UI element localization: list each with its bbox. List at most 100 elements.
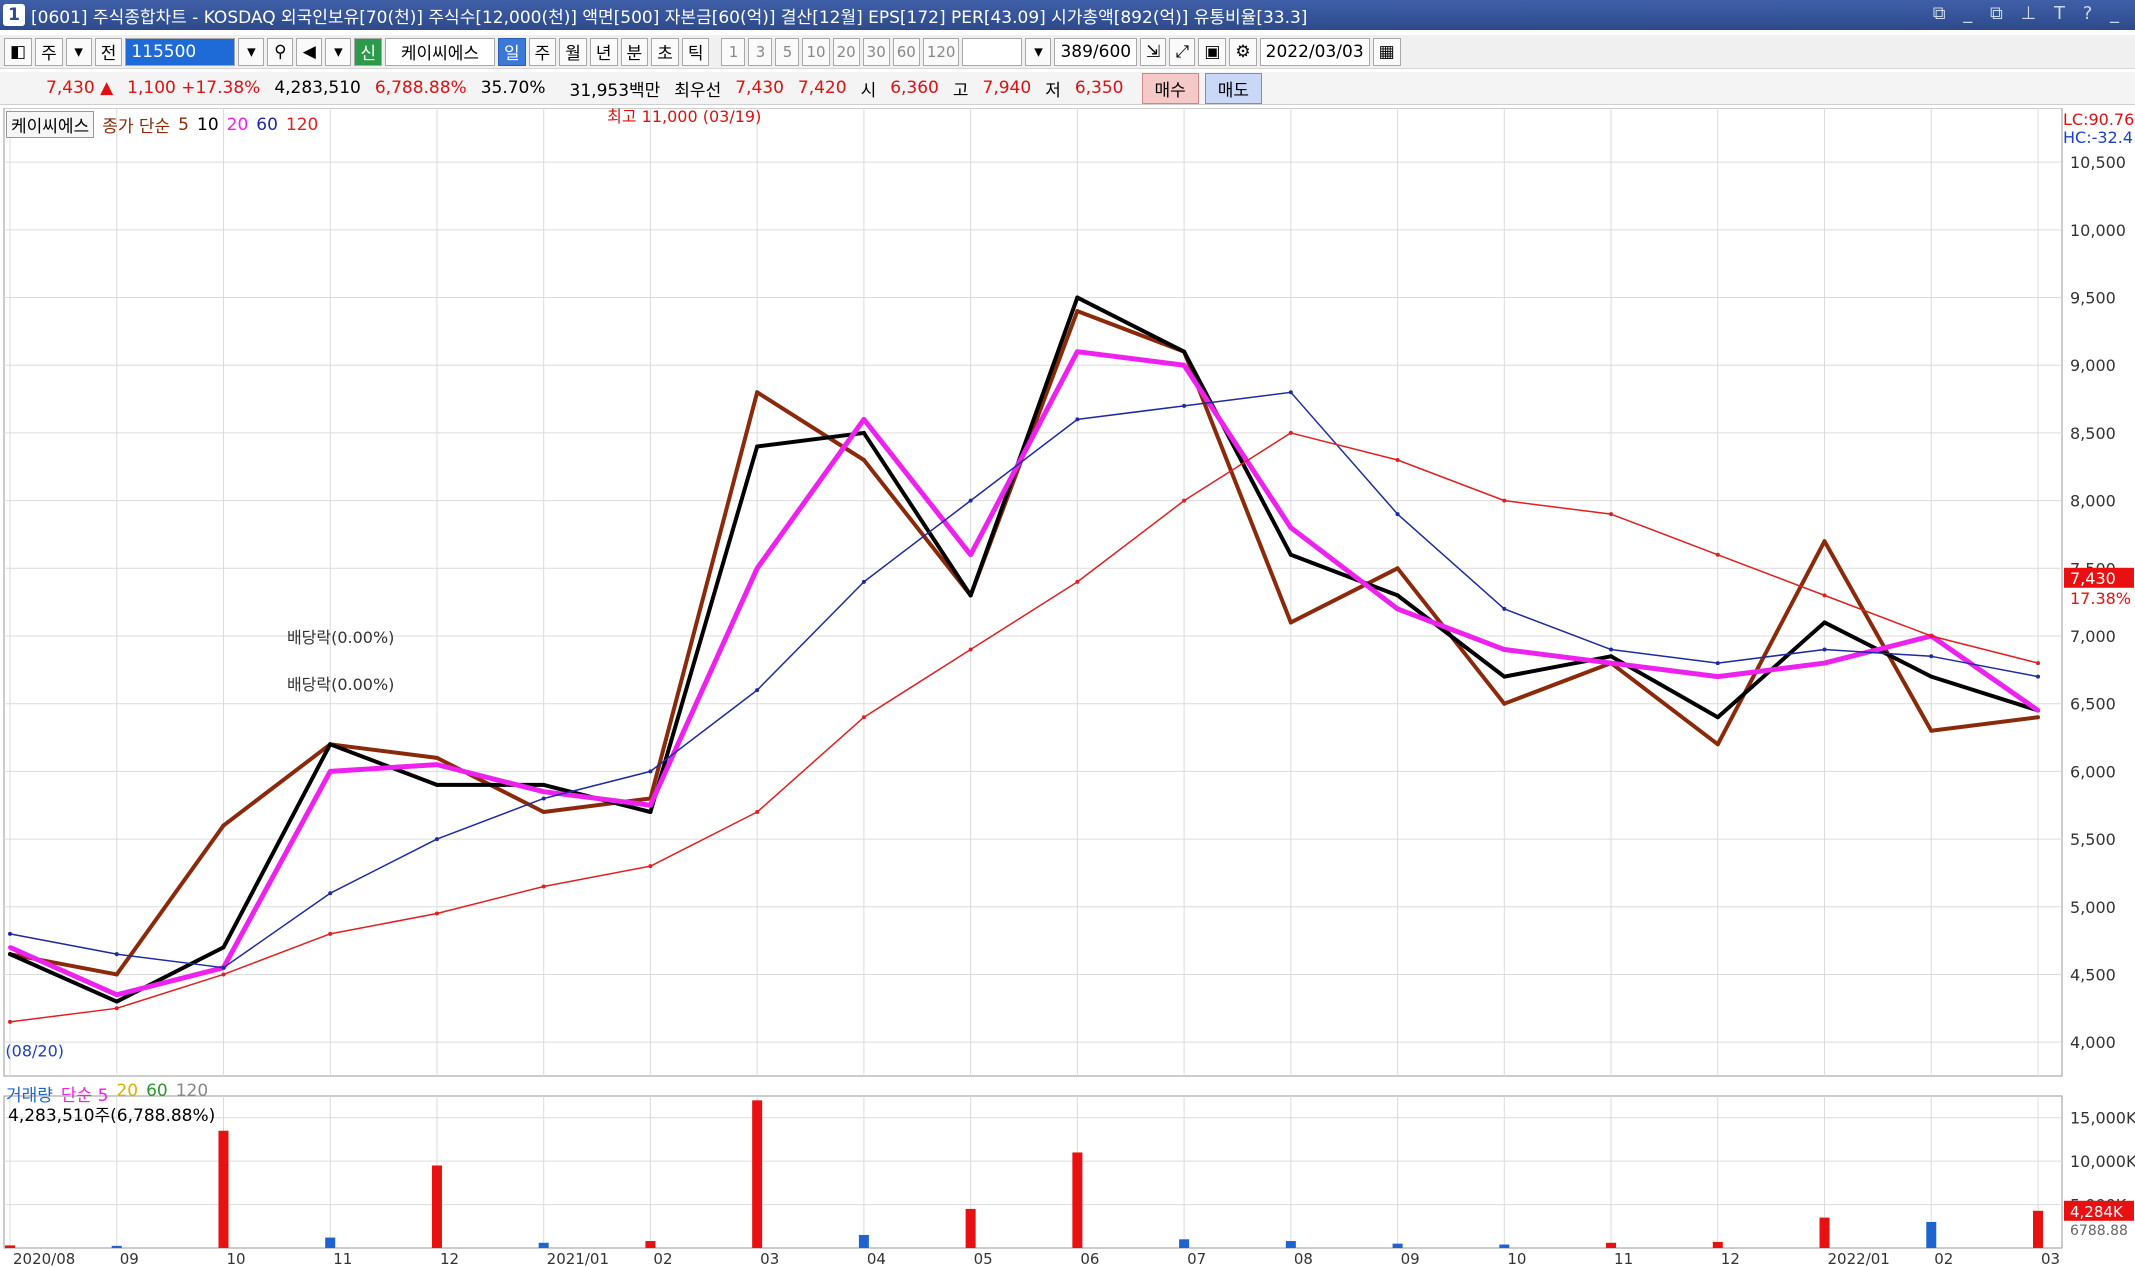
- x-tick-label: 06: [1080, 1250, 1099, 1267]
- lc-value: LC:90.76: [2063, 110, 2135, 129]
- interval-10[interactable]: 10: [802, 37, 830, 66]
- last-change-label: 17.38%: [2070, 589, 2131, 608]
- period-tick[interactable]: 틱: [681, 37, 710, 66]
- volume-bar: [1606, 1242, 1617, 1248]
- hc-value: HC:-32.4: [2063, 128, 2133, 147]
- layout-icon[interactable]: ◧: [4, 37, 33, 66]
- interval-3[interactable]: 3: [748, 37, 773, 66]
- x-tick-label: 07: [1187, 1250, 1206, 1267]
- last-price-label: 7,430: [2070, 569, 2116, 588]
- best-quote-label: 최우선: [674, 80, 722, 101]
- small-dropdown-icon[interactable]: ▾: [325, 37, 352, 66]
- toolbar: ◧ 주 ▾ 전 115500 ▾ ⚲ ◀ ▾ 신 케이씨에스 일 주 월 년 분…: [0, 35, 2135, 69]
- ma-point-120: [114, 1006, 119, 1011]
- ma-point-120: [1075, 579, 1080, 584]
- ma-point-60: [1182, 403, 1187, 408]
- calendar-icon[interactable]: ▦: [1372, 37, 1401, 66]
- current-price: 7,430 ▲: [46, 78, 114, 98]
- ma-point-60: [114, 952, 119, 957]
- interval-20[interactable]: 20: [832, 37, 860, 66]
- chart-annotation: 배당락(0.00%): [287, 675, 394, 694]
- volume-bar: [645, 1241, 656, 1248]
- price-plot-area: [3, 108, 2063, 1077]
- draw-icon[interactable]: ⤢: [1169, 37, 1196, 66]
- x-tick-label: 12: [440, 1250, 459, 1267]
- legend-stock-name[interactable]: 케이씨에스: [6, 111, 95, 138]
- save-icon[interactable]: ▣: [1198, 37, 1227, 66]
- volume-bar: [538, 1242, 549, 1248]
- ma-point-10: [648, 810, 653, 814]
- ma-point-60: [1715, 661, 1720, 666]
- window-number-badge: 1: [3, 4, 25, 26]
- volume-ratio-label: 6788.88: [2070, 1223, 2128, 1239]
- ma-point-20: [114, 992, 119, 997]
- interval-dropdown-icon[interactable]: ▾: [1025, 37, 1052, 66]
- date-field[interactable]: 2022/03/03: [1259, 37, 1370, 66]
- window-controls[interactable]: ⧉ _ ⧉ ⊥ T ? _: [1933, 3, 2125, 24]
- ma-point-20: [1182, 363, 1187, 368]
- range-button[interactable]: 전: [94, 37, 123, 66]
- y-tick-label: 9,000: [2070, 356, 2116, 375]
- x-tick-label: 12: [1721, 1250, 1740, 1267]
- ma-point-120: [1822, 593, 1827, 598]
- ma-point-120: [1288, 430, 1293, 435]
- quote-bar: 7,430 ▲ 1,100 +17.38% 4,283,510 6,788.88…: [0, 72, 2135, 105]
- stock-code-input[interactable]: 115500: [125, 37, 236, 66]
- sell-button[interactable]: 매도: [1204, 72, 1263, 104]
- ma-point-10: [541, 782, 546, 787]
- y-tick-label: 5,000: [2070, 898, 2116, 917]
- ma-point-120: [1395, 458, 1400, 462]
- interval-120[interactable]: 120: [922, 37, 960, 66]
- speaker-icon[interactable]: ◀: [296, 37, 323, 66]
- ma-point-60: [1075, 417, 1080, 422]
- period-month[interactable]: 월: [559, 37, 587, 66]
- ma-point-60: [1929, 654, 1934, 659]
- ma-point-10: [328, 742, 333, 747]
- x-tick-label: 10: [1507, 1250, 1526, 1267]
- ma-point-10: [1288, 552, 1293, 557]
- credit-badge[interactable]: 신: [354, 37, 382, 66]
- ma-point-20: [8, 945, 12, 950]
- gear-icon[interactable]: ⚙: [1229, 37, 1257, 66]
- zoom-icon[interactable]: ⇲: [1140, 37, 1167, 66]
- ma-point-60: [328, 891, 333, 896]
- volume-bar: [752, 1100, 763, 1248]
- period-year[interactable]: 년: [589, 37, 618, 66]
- legend-ma-title: 종가 단순: [102, 117, 171, 137]
- x-tick-label: 03: [2041, 1250, 2060, 1267]
- interval-5[interactable]: 5: [775, 37, 800, 66]
- ma-point-120: [755, 810, 760, 814]
- market-select[interactable]: 주: [35, 37, 63, 66]
- search-icon[interactable]: ⚲: [267, 37, 294, 66]
- interval-1[interactable]: 1: [721, 37, 746, 66]
- period-day[interactable]: 일: [497, 37, 526, 66]
- ma-point-60: [755, 688, 760, 693]
- ma-point-120: [1502, 498, 1507, 503]
- custom-interval-input[interactable]: [962, 37, 1023, 66]
- ma-point-10: [1929, 674, 1934, 679]
- market-dropdown-icon[interactable]: ▾: [65, 37, 92, 66]
- ma-point-20: [541, 789, 546, 794]
- interval-30[interactable]: 30: [862, 37, 890, 66]
- price-volume-chart[interactable]: 2020/08 09 10 11 12 2021/01 02 03 04 05 06 07 08 09 10…: [0, 108, 2135, 1267]
- legend-ma10: 10: [197, 114, 219, 135]
- ma-point-5: [1715, 742, 1720, 747]
- volume-bar: [1499, 1244, 1510, 1248]
- interval-60[interactable]: 60: [892, 37, 920, 66]
- code-dropdown-icon[interactable]: ▾: [238, 37, 265, 66]
- stock-name[interactable]: 케이씨에스: [384, 37, 495, 66]
- ma-point-20: [968, 552, 973, 557]
- x-tick-label: 09: [1401, 1250, 1420, 1267]
- period-minute[interactable]: 분: [620, 37, 649, 66]
- period-second[interactable]: 초: [651, 37, 679, 66]
- ma-point-20: [1075, 349, 1080, 354]
- x-tick-label: 02: [653, 1250, 672, 1267]
- legend-ma60: 60: [256, 114, 278, 135]
- count-field[interactable]: 389/600: [1054, 37, 1138, 66]
- y-tick-label: 4,000: [2070, 1033, 2116, 1052]
- buy-button[interactable]: 매수: [1141, 72, 1199, 104]
- volume-plot-area: [3, 1095, 2063, 1249]
- period-week[interactable]: 주: [528, 37, 557, 66]
- volume-bar: [1926, 1221, 1937, 1248]
- volume-bar: [1819, 1217, 1830, 1248]
